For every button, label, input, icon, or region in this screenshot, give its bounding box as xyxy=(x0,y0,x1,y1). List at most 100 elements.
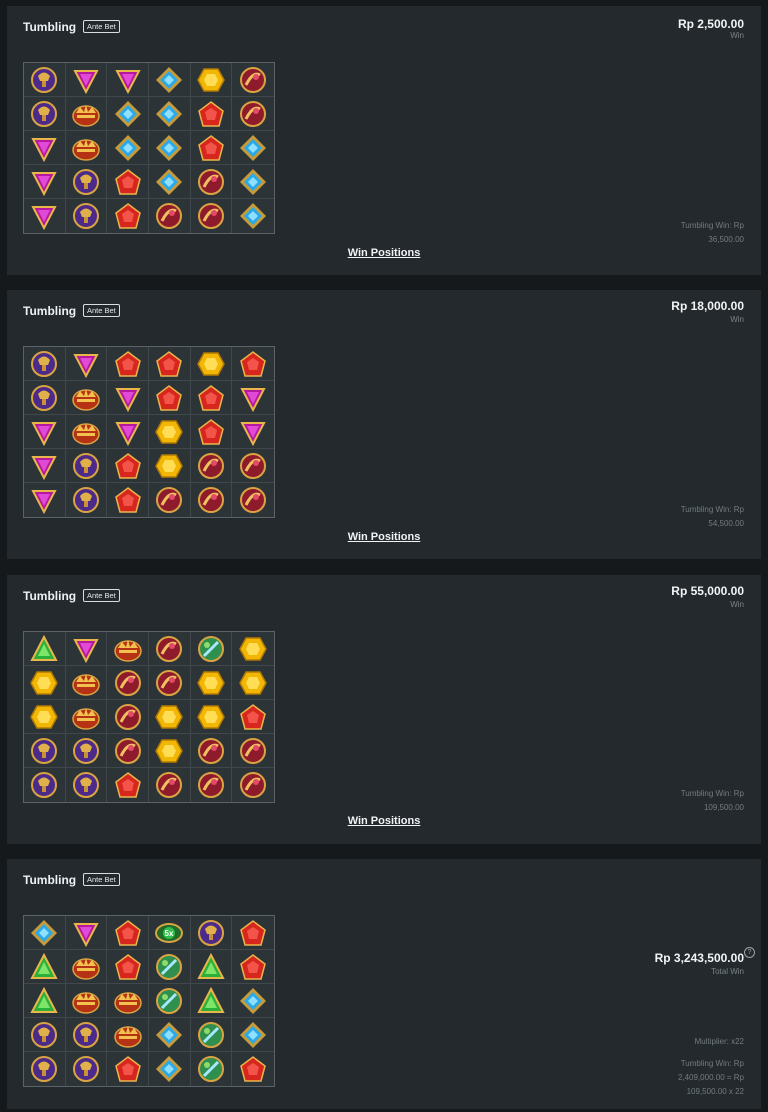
pentagon-red-symbol-icon xyxy=(114,953,141,980)
crown-symbol-icon xyxy=(113,991,142,1014)
pentagon-red-symbol-icon xyxy=(114,452,141,479)
reel-cell xyxy=(190,415,233,449)
triangle-green-symbol-icon xyxy=(197,986,225,1013)
round-panel-1: Tumbling Ante Bet Rp 2,500.00 Win Tumbli… xyxy=(7,6,761,275)
reel-cell xyxy=(107,449,149,483)
chalice-purple-symbol-icon xyxy=(72,452,99,479)
reel-cell xyxy=(149,950,191,984)
pentagon-red-symbol-icon xyxy=(198,134,224,161)
win-positions-link[interactable]: Win Positions xyxy=(7,815,761,827)
reel-cell xyxy=(66,483,108,517)
reel-cell xyxy=(232,381,274,415)
reel-cell xyxy=(107,1018,149,1052)
triangle-purple-symbol-icon xyxy=(115,387,141,412)
reel-cell xyxy=(149,63,191,97)
triangle-purple-symbol-icon xyxy=(73,69,99,94)
reel-cell xyxy=(24,734,66,768)
reel-cell xyxy=(149,1018,191,1052)
reel-cell xyxy=(232,131,274,165)
reel-cell xyxy=(190,1018,233,1052)
pentagon-red-symbol-icon xyxy=(198,100,224,127)
ring-red-symbol-icon xyxy=(156,772,183,798)
tumbling-win-info: Tumbling Win: Rp 54,500.00 xyxy=(624,503,744,531)
diamond-blue-symbol-icon xyxy=(156,100,183,127)
crown-symbol-icon xyxy=(72,388,100,411)
reel-cell xyxy=(149,734,191,768)
reel-cell xyxy=(149,97,191,131)
diamond-blue-symbol-icon xyxy=(240,134,267,161)
reel-cell xyxy=(65,1018,108,1052)
reel-cell xyxy=(232,449,274,483)
ring-red-symbol-icon xyxy=(197,487,224,513)
pentagon-red-symbol-icon xyxy=(198,418,224,445)
triangle-green-symbol-icon xyxy=(197,952,225,979)
diamond-blue-symbol-icon xyxy=(114,100,141,127)
chalice-purple-symbol-icon xyxy=(72,772,99,798)
diamond-blue-symbol-icon xyxy=(240,203,267,229)
reel-cell xyxy=(232,1052,274,1086)
tumbling-win-multiplied: 109,500.00 x 22 xyxy=(686,1087,744,1096)
triangle-purple-symbol-icon xyxy=(31,206,57,231)
chalice-purple-symbol-icon xyxy=(72,203,99,229)
pentagon-red-symbol-icon xyxy=(240,919,267,946)
triangle-green-symbol-icon xyxy=(30,634,58,661)
reel-cell xyxy=(24,1052,66,1086)
round-title: Tumbling xyxy=(23,20,77,34)
pentagon-red-symbol-icon xyxy=(198,384,224,411)
reel-cell xyxy=(24,97,66,131)
chalice-purple-symbol-icon xyxy=(31,1056,58,1082)
ring-red-symbol-icon xyxy=(240,100,267,127)
diamond-blue-symbol-icon xyxy=(240,168,267,195)
help-icon[interactable]: ? xyxy=(744,947,755,958)
reel-cell xyxy=(65,700,108,734)
tumbling-win-info: Tumbling Win: Rp 2,409,000.00 = Rp 109,5… xyxy=(624,1057,744,1099)
win-positions-link[interactable]: Win Positions xyxy=(7,247,761,259)
hexagon-yellow-symbol-icon xyxy=(239,670,268,695)
reel-cell xyxy=(107,666,149,700)
reel-cell xyxy=(232,347,274,381)
hexagon-yellow-symbol-icon xyxy=(197,351,225,376)
chalice-purple-symbol-icon xyxy=(31,384,58,411)
triangle-purple-symbol-icon xyxy=(31,490,57,515)
diamond-blue-symbol-icon xyxy=(240,987,267,1014)
reel-cell xyxy=(232,632,274,666)
round-title: Tumbling xyxy=(23,589,77,603)
reel-cell xyxy=(149,483,191,517)
reel-cell xyxy=(232,415,274,449)
reel-cell xyxy=(24,199,66,233)
reel-cell xyxy=(107,381,149,415)
reel-cell xyxy=(24,483,66,517)
ring-red-symbol-icon xyxy=(240,737,267,764)
triangle-purple-symbol-icon xyxy=(31,421,57,446)
chalice-purple-symbol-icon xyxy=(72,168,99,195)
reel-cell xyxy=(149,984,191,1018)
hexagon-yellow-symbol-icon xyxy=(155,704,184,729)
reel-cell xyxy=(232,700,274,734)
reel-cell xyxy=(24,165,66,199)
ring-red-symbol-icon xyxy=(156,487,183,513)
reel-cell xyxy=(232,199,274,233)
crown-symbol-icon xyxy=(72,957,100,980)
win-amount: Rp 18,000.00 xyxy=(671,299,744,313)
triangle-purple-symbol-icon xyxy=(73,353,99,378)
reel-cell xyxy=(232,734,274,768)
hexagon-yellow-symbol-icon xyxy=(197,670,225,695)
reel-cell xyxy=(66,1052,108,1086)
reel-cell xyxy=(190,97,233,131)
tumbling-win-value: 36,500.00 xyxy=(708,235,744,244)
win-positions-link[interactable]: Win Positions xyxy=(7,531,761,543)
tumbling-win-label: Tumbling Win: Rp xyxy=(680,221,744,230)
pentagon-red-symbol-icon xyxy=(240,703,267,730)
win-amount: Rp 55,000.00 xyxy=(671,584,744,598)
reel-cell xyxy=(65,131,108,165)
reel-cell xyxy=(149,199,191,233)
orb-green-symbol-icon xyxy=(197,635,224,662)
reel-cell xyxy=(149,632,191,666)
diamond-blue-symbol-icon xyxy=(114,134,141,161)
ring-red-symbol-icon xyxy=(197,452,224,479)
reel-cell xyxy=(107,916,149,950)
pentagon-red-symbol-icon xyxy=(114,772,141,798)
tumbling-win-label: Tumbling Win: Rp xyxy=(680,505,744,514)
triangle-purple-symbol-icon xyxy=(31,137,57,162)
orb-green-symbol-icon xyxy=(197,1056,224,1082)
